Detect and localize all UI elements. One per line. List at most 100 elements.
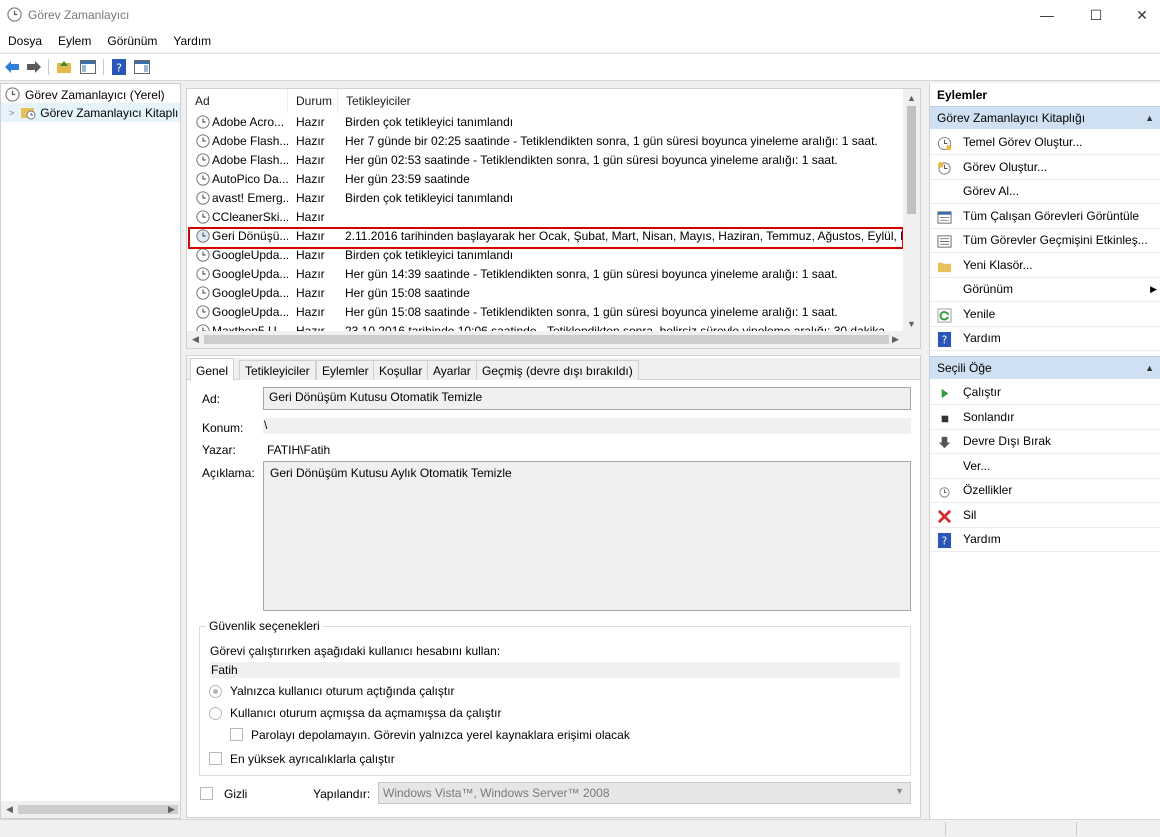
collapse-icon[interactable]: ▲ bbox=[1145, 357, 1154, 380]
folder-icon bbox=[937, 258, 952, 273]
expand-chevron-icon[interactable]: > bbox=[9, 108, 14, 118]
tree-item-label: Görev Zamanlayıcı (Yerel) bbox=[25, 87, 165, 102]
security-options-title: Güvenlik seçenekleri bbox=[206, 619, 323, 633]
table-row[interactable]: avast! Emerg... Hazır Birden çok tetikleyi… bbox=[187, 189, 903, 208]
collapse-icon[interactable]: ▲ bbox=[1145, 107, 1154, 130]
highest-privileges-checkbox[interactable] bbox=[209, 752, 222, 765]
back-icon[interactable] bbox=[3, 58, 21, 76]
table-row[interactable]: GoogleUpda... Hazır Birden çok tetikleyici… bbox=[187, 246, 903, 265]
table-row[interactable]: Adobe Acro... Hazır Birden çok tetikleyici… bbox=[187, 113, 903, 132]
scroll-thumb[interactable] bbox=[18, 805, 178, 814]
section-library[interactable]: Görev Zamanlayıcı Kitaplığı ▲ bbox=[930, 106, 1160, 129]
action-label: Sil bbox=[963, 507, 977, 522]
highest-privileges-label: En yüksek ayrıcalıklarla çalıştır bbox=[230, 752, 395, 766]
tab-conditions[interactable]: Koşullar bbox=[373, 360, 429, 380]
action-item[interactable]: Görev Oluştur... bbox=[930, 155, 1160, 180]
help-icon[interactable]: ? bbox=[110, 58, 128, 76]
task-list-vertical-scrollbar[interactable]: ▲ ▼ bbox=[903, 89, 920, 332]
tab-settings[interactable]: Ayarlar bbox=[427, 360, 477, 380]
scroll-left-icon[interactable]: ◀ bbox=[1, 801, 18, 818]
forward-icon[interactable] bbox=[25, 58, 43, 76]
tab-actions[interactable]: Eylemler bbox=[316, 360, 375, 380]
action-item[interactable]: Yeni Klasör... bbox=[930, 253, 1160, 278]
tab-general[interactable]: Genel bbox=[190, 358, 235, 381]
description-field[interactable]: Geri Dönüşüm Kutusu Aylık Otomatik Temiz… bbox=[263, 461, 911, 611]
run-icon bbox=[937, 385, 952, 400]
section-selected-item[interactable]: Seçili Öğe ▲ bbox=[930, 356, 1160, 379]
tab-history[interactable]: Geçmiş (devre dışı bırakıldı) bbox=[476, 360, 639, 380]
show-hide-tree-icon[interactable] bbox=[79, 58, 97, 76]
column-header-name[interactable]: Ad bbox=[187, 89, 288, 113]
run-whether-logged-radio[interactable] bbox=[209, 707, 222, 720]
scroll-right-icon[interactable]: ▶ bbox=[163, 801, 180, 818]
action-item[interactable]: Ver... bbox=[930, 454, 1160, 479]
action-item[interactable]: Sonlandır bbox=[930, 405, 1160, 430]
configure-for-select[interactable]: Windows Vista™, Windows Server™ 2008 ▼ bbox=[378, 782, 911, 804]
action-item[interactable]: Özellikler bbox=[930, 478, 1160, 503]
scroll-left-icon[interactable]: ◀ bbox=[187, 331, 204, 348]
action-item[interactable]: Görev Al... bbox=[930, 179, 1160, 204]
tree-item-root[interactable]: Görev Zamanlayıcı (Yerel) bbox=[1, 85, 180, 104]
table-row[interactable]: GoogleUpda... Hazır Her gün 15:08 saatinde… bbox=[187, 303, 903, 322]
minimize-button[interactable]: — bbox=[1024, 0, 1070, 30]
menu-help[interactable]: Yardım bbox=[165, 34, 219, 48]
chevron-down-icon: ▼ bbox=[895, 786, 904, 796]
menu-file[interactable]: Dosya bbox=[0, 34, 50, 48]
scroll-up-icon[interactable]: ▲ bbox=[903, 89, 920, 106]
user-account-field[interactable]: Fatih bbox=[210, 662, 900, 678]
table-row[interactable]: Adobe Flash... Hazır Her gün 02:53 saatind… bbox=[187, 151, 903, 170]
menu-action[interactable]: Eylem bbox=[50, 34, 99, 48]
action-item[interactable]: Temel Görev Oluştur... bbox=[930, 130, 1160, 155]
scroll-thumb[interactable] bbox=[204, 335, 889, 344]
column-header-triggers[interactable]: Tetikleyiciler bbox=[338, 89, 903, 113]
no-store-password-checkbox[interactable] bbox=[230, 728, 243, 741]
action-item[interactable]: ? Yardım bbox=[930, 326, 1160, 351]
action-item[interactable]: Tüm Görevler Geçmişini Etkinleş... bbox=[930, 228, 1160, 253]
menu-view[interactable]: Görünüm bbox=[99, 34, 165, 48]
show-action-pane-icon[interactable] bbox=[133, 58, 151, 76]
location-label: Konum: bbox=[202, 421, 244, 435]
action-item[interactable]: Devre Dışı Bırak bbox=[930, 429, 1160, 454]
tree-horizontal-scrollbar[interactable]: ◀ ▶ bbox=[1, 801, 180, 818]
task-clock-icon bbox=[196, 286, 210, 300]
table-row[interactable]: AutoPico Da... Hazır Her gün 23:59 saatind… bbox=[187, 170, 903, 189]
task-clock-icon bbox=[196, 134, 210, 148]
action-item[interactable]: Görünüm ▶ bbox=[930, 277, 1160, 302]
maximize-button[interactable]: ☐ bbox=[1073, 0, 1119, 30]
disable-icon bbox=[937, 434, 952, 449]
task-list-horizontal-scrollbar[interactable]: ◀ ▶ bbox=[187, 331, 920, 348]
action-label: Temel Görev Oluştur... bbox=[963, 135, 1083, 149]
action-item[interactable]: Sil bbox=[930, 503, 1160, 528]
action-item[interactable]: ? Yardım bbox=[930, 527, 1160, 552]
action-label: Görünüm bbox=[963, 282, 1014, 296]
scroll-down-icon[interactable]: ▼ bbox=[903, 315, 920, 332]
scroll-thumb[interactable] bbox=[907, 106, 916, 214]
table-row[interactable]: GoogleUpda... Hazır Her gün 15:08 saatinde bbox=[187, 284, 903, 303]
close-button[interactable]: ✕ bbox=[1119, 0, 1160, 30]
table-row[interactable]: Geri Dönüşü... Hazır 2.11.2016 tarihinden … bbox=[187, 227, 903, 246]
table-row[interactable]: GoogleUpda... Hazır Her gün 14:39 saatinde… bbox=[187, 265, 903, 284]
hidden-checkbox[interactable] bbox=[200, 787, 213, 800]
tree-item-label: Görev Zamanlayıcı Kitaplı bbox=[40, 105, 179, 120]
action-item[interactable]: Çalıştır bbox=[930, 380, 1160, 405]
action-item[interactable]: Tüm Çalışan Görevleri Görüntüle bbox=[930, 204, 1160, 229]
task-clock-icon bbox=[196, 115, 210, 129]
run-logged-on-radio[interactable] bbox=[209, 685, 222, 698]
tree-item-library[interactable]: > Görev Zamanlayıcı Kitaplı bbox=[1, 103, 180, 122]
task-trigger: Birden çok tetikleyici tanımlandı bbox=[345, 191, 514, 205]
action-item[interactable]: Yenile bbox=[930, 302, 1160, 327]
column-header-status[interactable]: Durum bbox=[288, 89, 338, 113]
task-status: Hazır bbox=[296, 115, 325, 129]
author-value: FATIH\Fatih bbox=[267, 443, 331, 457]
account-prompt: Görevi çalıştırırken aşağıdaki kullanıcı… bbox=[210, 644, 501, 658]
up-folder-icon[interactable] bbox=[55, 58, 73, 76]
scroll-right-icon[interactable]: ▶ bbox=[887, 331, 904, 348]
toolbar-separator bbox=[48, 59, 49, 75]
table-row[interactable]: CCleanerSki... Hazır bbox=[187, 208, 903, 227]
tab-triggers[interactable]: Tetikleyiciler bbox=[239, 360, 316, 380]
task-clock-icon bbox=[196, 172, 210, 186]
table-row[interactable]: Adobe Flash... Hazır Her 7 günde bir 02:25… bbox=[187, 132, 903, 151]
window-title: Görev Zamanlayıcı bbox=[28, 8, 130, 22]
run-logged-on-label: Yalnızca kullanıcı oturum açtığında çalı… bbox=[230, 684, 455, 698]
name-field[interactable]: Geri Dönüşüm Kutusu Otomatik Temizle bbox=[263, 387, 911, 410]
